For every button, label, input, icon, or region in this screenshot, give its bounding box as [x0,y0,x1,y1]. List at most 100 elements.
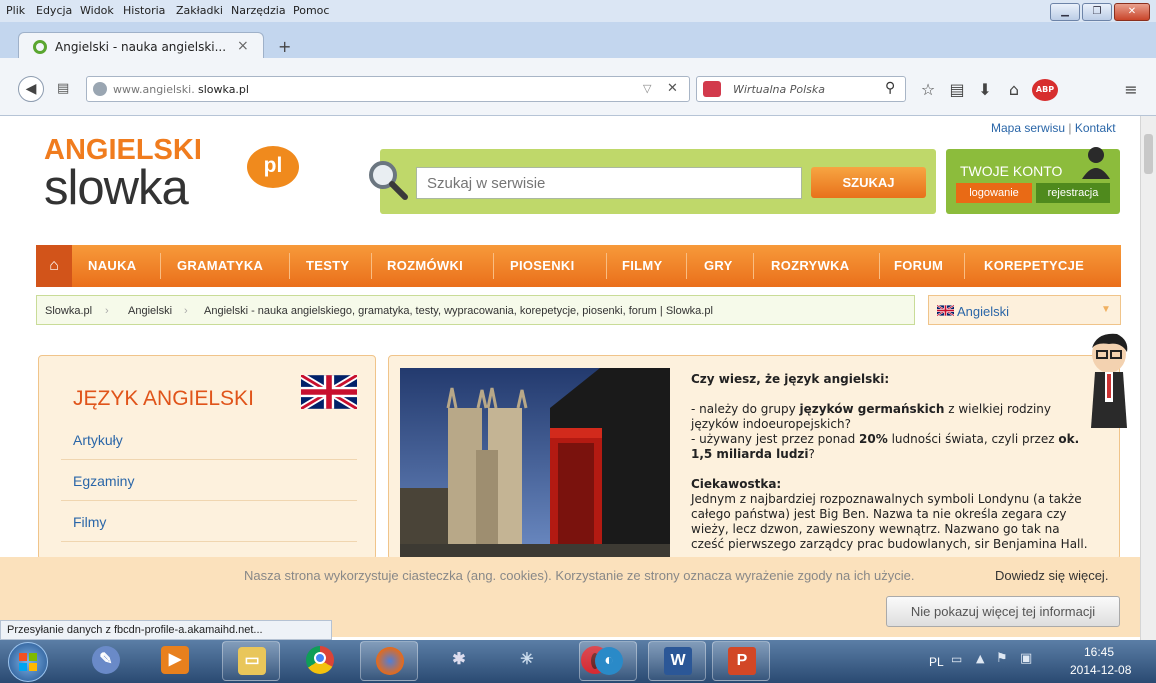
search-submit-button[interactable]: SZUKAJ [811,167,926,198]
new-tab-button[interactable]: + [278,37,291,56]
tray-flag-icon[interactable]: ⚑ [996,651,1008,666]
adblock-icon[interactable]: ABP [1032,79,1058,101]
scrollbar[interactable] [1140,116,1156,640]
language-select[interactable]: Angielski ▼ [928,295,1121,325]
clock-date[interactable]: 2014-12-08 [1070,663,1131,677]
nav-separator [964,253,965,279]
globe-app-icon: ◐ [595,647,623,675]
uk-flag-icon [301,375,357,409]
fact-bold-segment: języków germańskich [799,402,945,416]
input-language[interactable]: PL [929,655,944,669]
chevron-down-icon: ▼ [1101,304,1111,315]
url-bar[interactable]: ▤ www.angielski. slowka.pl ▽ ✕ [57,76,690,102]
taskbar-network-app[interactable]: ◐ [579,641,637,681]
magnifier-icon [369,161,408,200]
dropdown-icon[interactable]: ▽ [643,82,651,95]
word-icon: W [664,647,692,675]
cookie-dismiss-button[interactable]: Nie pokazuj więcej tej informacji [886,596,1120,627]
menu-widok[interactable]: Widok [80,4,114,17]
main-navigation: ⌂ NAUKA GRAMATYKA TESTY ROZMÓWKI PIOSENK… [36,245,1121,287]
link-filmy[interactable]: Filmy [73,514,106,530]
close-window-button[interactable]: ✕ [1114,3,1150,21]
user-silhouette-icon [1082,147,1110,179]
url-domain: slowka.pl [198,83,249,96]
menu-hamburger-icon[interactable]: ≡ [1120,79,1142,101]
sitemap-link[interactable]: Mapa serwisu [991,121,1065,135]
register-button[interactable]: rejestracja [1036,183,1110,203]
cookie-text: Nasza strona wykorzystuje ciasteczka (an… [244,568,915,583]
nav-piosenki[interactable]: PIOSENKI [510,258,575,273]
home-nav-icon[interactable]: ⌂ [36,245,72,287]
menu-zakladki[interactable]: Zakładki [176,4,223,17]
menu-edycja[interactable]: Edycja [36,4,72,17]
taskbar-firefox[interactable] [360,641,418,681]
back-button[interactable]: ◀ [18,76,44,102]
taskbar-word[interactable]: W [648,641,706,681]
download-icon[interactable]: ⬇ [974,79,996,101]
nav-separator [606,253,607,279]
breadcrumb-current: Angielski - nauka angielskiego, gramatyk… [204,305,713,317]
site-search-input[interactable] [416,167,802,199]
start-button[interactable] [8,642,48,682]
nav-separator [879,253,880,279]
contact-link[interactable]: Kontakt [1075,121,1116,135]
nav-forum[interactable]: FORUM [894,258,943,273]
menu-pomoc[interactable]: Pomoc [293,4,329,17]
maximize-button[interactable]: ❐ [1082,3,1112,21]
minimize-button[interactable]: ▁ [1050,3,1080,21]
taskbar-app-star[interactable]: ✳ [498,641,556,681]
top-links: Mapa serwisu | Kontakt [991,121,1116,135]
menu-narzedzia[interactable]: Narzędzia [231,4,286,17]
globe-icon [93,82,107,96]
tab-angielski[interactable]: Angielski - nauka angielski... × [18,32,264,60]
clock-time[interactable]: 16:45 [1084,645,1114,659]
nav-gry[interactable]: GRY [704,258,733,273]
logo-slowka[interactable]: slowka [44,160,189,216]
taskbar-app-spider[interactable]: ✱ [430,641,488,681]
bookmark-star-icon[interactable]: ☆ [917,79,939,101]
link-egzaminy[interactable]: Egzaminy [73,473,134,489]
link-artykuly[interactable]: Artykuły [73,432,123,448]
language-label: Angielski [957,304,1010,319]
tray-expand-icon[interactable]: ▲ [976,652,984,665]
taskbar-explorer[interactable]: ▭ [222,641,280,681]
nav-testy[interactable]: TESTY [306,258,349,273]
loading-icon [33,40,47,54]
breadcrumb-angielski[interactable]: Angielski [128,305,172,317]
home-icon[interactable]: ⌂ [1003,79,1025,101]
bookmarks-icon[interactable]: ▤ [946,79,968,101]
menu-historia[interactable]: Historia [123,4,165,17]
search-engine-label: Wirtualna Polska [733,83,826,96]
login-button[interactable]: logowanie [956,183,1032,203]
fact-text-segment: - używany jest przez ponad [691,432,860,446]
account-box: TWOJE KONTO logowanie rejestracja [946,147,1120,214]
nav-separator [289,253,290,279]
nav-nauka[interactable]: NAUKA [88,258,136,273]
taskbar-app-1[interactable]: ✎ [77,641,135,681]
nav-separator [493,253,494,279]
nav-rozmowki[interactable]: ROZMÓWKI [387,258,463,273]
nav-gramatyka[interactable]: GRAMATYKA [177,258,263,273]
nav-filmy[interactable]: FILMY [622,258,663,273]
taskbar-chrome[interactable] [291,641,349,681]
cookie-more-link[interactable]: Dowiedz się więcej. [995,568,1108,583]
windows-logo-icon [19,653,37,671]
curiosity-heading: Ciekawostka: [691,477,782,491]
taskbar-powerpoint[interactable]: P [712,641,770,681]
breadcrumb-slowka[interactable]: Slowka.pl [45,305,92,317]
network-icon[interactable]: ▣ [1020,651,1032,666]
nav-korepetycje[interactable]: KOREPETYCJE [984,258,1084,273]
scrollbar-thumb[interactable] [1144,134,1153,174]
spider-icon: ✱ [452,651,466,668]
keyboard-icon[interactable]: ▭ [951,652,962,666]
nav-separator [753,253,754,279]
search-bar[interactable]: Wirtualna Polska ⚲ [696,76,906,102]
search-icon[interactable]: ⚲ [885,80,895,96]
tab-close-icon[interactable]: × [237,38,249,54]
taskbar-app-2[interactable]: ▶ [146,641,204,681]
nav-rozrywka[interactable]: ROZRYWKA [771,258,849,273]
fact-bold-segment: 20% [859,432,888,446]
stop-icon[interactable]: ✕ [667,81,678,96]
menu-plik[interactable]: Plik [6,4,25,17]
app-tool-icon: ✎ [92,646,120,674]
